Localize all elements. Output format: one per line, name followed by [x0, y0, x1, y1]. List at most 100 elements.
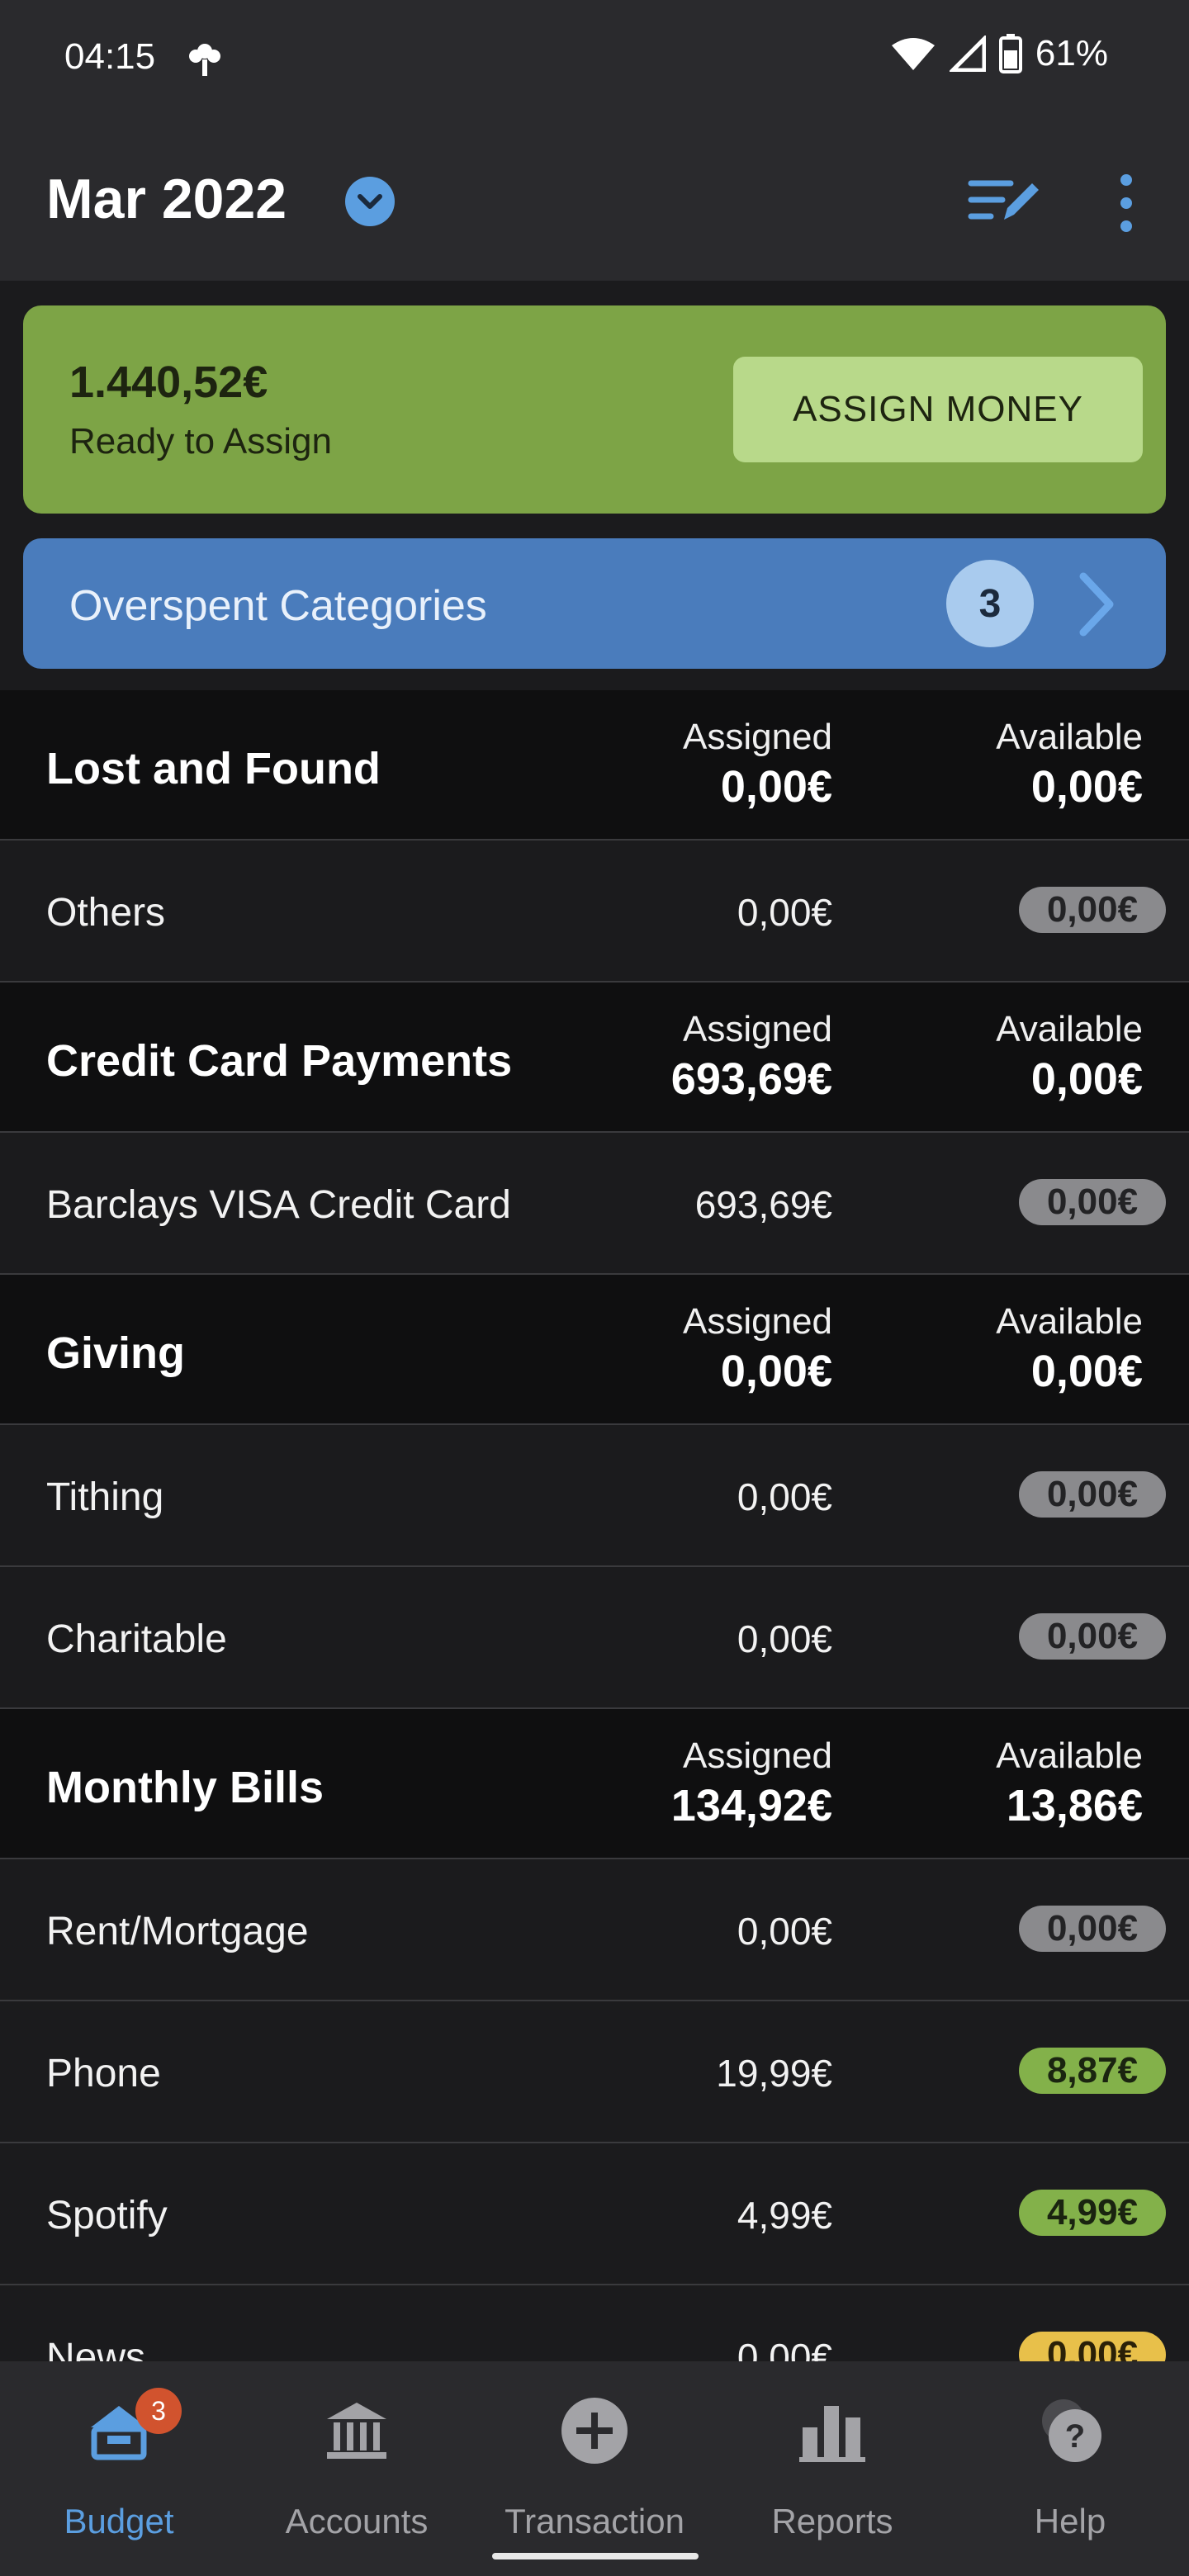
group-available: Available 0,00€: [996, 717, 1143, 812]
category-name: Phone: [46, 2052, 161, 2095]
category-row[interactable]: Charitable 0,00€ 0,00€: [0, 1567, 1189, 1709]
overspent-categories-banner[interactable]: Overspent Categories 3: [23, 538, 1166, 669]
group-available: Available 0,00€: [996, 1009, 1143, 1105]
category-assigned[interactable]: 0,00€: [737, 890, 832, 935]
assigned-value: 0,00€: [720, 762, 832, 812]
chevron-right-icon: [1079, 572, 1114, 637]
chevron-down-icon: [358, 194, 382, 209]
battery-icon: [998, 34, 1022, 73]
nav-label: Reports: [771, 2502, 893, 2540]
nav-label: Budget: [64, 2502, 174, 2540]
group-assigned: Assigned 134,92€: [671, 1735, 832, 1831]
category-name: Tithing: [46, 1475, 164, 1519]
available-value: 13,86€: [1006, 1781, 1143, 1830]
category-available-pill[interactable]: 0,00€: [1019, 1906, 1166, 1952]
edit-list-icon[interactable]: [966, 172, 1042, 231]
status-time: 04:15: [64, 36, 156, 77]
category-row[interactable]: Tithing 0,00€ 0,00€: [0, 1425, 1189, 1567]
month-dropdown-button[interactable]: [345, 177, 395, 226]
category-available-pill[interactable]: 0,00€: [1019, 887, 1166, 933]
assigned-value: 693,69€: [670, 1054, 832, 1104]
available-value: 0,00€: [1030, 1054, 1143, 1104]
category-group-header[interactable]: Credit Card Payments Assigned 693,69€ Av…: [0, 983, 1189, 1133]
assigned-value: 134,92€: [670, 1781, 832, 1830]
group-assigned: Assigned 693,69€: [671, 1009, 832, 1105]
category-assigned[interactable]: 0,00€: [737, 1909, 832, 1953]
bottom-navigation: 3 Budget Accounts Transaction Reports ? …: [0, 2361, 1189, 2576]
category-name: Others: [46, 891, 166, 935]
category-assigned[interactable]: 0,00€: [737, 1617, 832, 1661]
category-row[interactable]: Rent/Mortgage 0,00€ 0,00€: [0, 1859, 1189, 2001]
nav-help[interactable]: ? Help: [951, 2394, 1189, 2543]
nav-reports[interactable]: Reports: [713, 2394, 951, 2543]
category-available-pill[interactable]: 0,00€: [1019, 1471, 1166, 1518]
category-available-pill[interactable]: 8,87€: [1019, 2048, 1166, 2094]
category-group-header[interactable]: Monthly Bills Assigned 134,92€ Available…: [0, 1709, 1189, 1859]
available-title: Available: [996, 1301, 1143, 1342]
group-name: Giving: [46, 1328, 186, 1378]
available-title: Available: [996, 1735, 1143, 1776]
nav-transaction[interactable]: Transaction: [476, 2394, 713, 2543]
category-assigned[interactable]: 693,69€: [695, 1182, 832, 1227]
available-value: 0,00€: [1030, 1347, 1143, 1396]
category-row[interactable]: Spotify 4,99€ 4,99€: [0, 2143, 1189, 2285]
assigned-title: Assigned: [682, 1009, 832, 1049]
nav-label: Help: [1034, 2502, 1106, 2540]
overspent-count-badge: 3: [946, 560, 1034, 647]
status-bar: 04:15 61%: [0, 0, 1189, 124]
bank-icon: [327, 2403, 386, 2459]
assigned-title: Assigned: [682, 717, 832, 757]
bar-chart-icon: [799, 2406, 865, 2462]
ready-to-assign-label: Ready to Assign: [69, 421, 332, 462]
assigned-value: 0,00€: [720, 1347, 832, 1396]
ready-to-assign-card: 1.440,52€ Ready to Assign ASSIGN MONEY: [23, 305, 1166, 514]
wifi-icon: [891, 38, 935, 70]
category-available-pill[interactable]: 0,00€: [1019, 1179, 1166, 1225]
month-title[interactable]: Mar 2022: [46, 167, 287, 231]
assigned-title: Assigned: [682, 1301, 832, 1342]
category-row[interactable]: Barclays VISA Credit Card 693,69€ 0,00€: [0, 1133, 1189, 1275]
tree-icon: [189, 44, 220, 76]
nav-label: Accounts: [285, 2502, 429, 2540]
category-assigned[interactable]: 19,99€: [716, 2051, 832, 2095]
group-assigned: Assigned 0,00€: [683, 717, 832, 812]
category-assigned[interactable]: 4,99€: [737, 2193, 832, 2237]
more-vert-icon[interactable]: [1116, 172, 1136, 234]
available-title: Available: [996, 717, 1143, 757]
nav-accounts[interactable]: Accounts: [238, 2394, 476, 2543]
app-bar: Mar 2022: [0, 124, 1189, 281]
category-assigned[interactable]: 0,00€: [737, 1475, 832, 1519]
group-name: Monthly Bills: [46, 1763, 324, 1812]
group-assigned: Assigned 0,00€: [683, 1301, 832, 1397]
group-available: Available 13,86€: [996, 1735, 1143, 1831]
category-available-pill[interactable]: 4,99€: [1019, 2190, 1166, 2236]
group-name: Credit Card Payments: [46, 1036, 513, 1086]
category-available-pill[interactable]: 0,00€: [1019, 1613, 1166, 1660]
category-group-header[interactable]: Lost and Found Assigned 0,00€ Available …: [0, 690, 1189, 841]
available-title: Available: [996, 1009, 1143, 1049]
category-group-header[interactable]: Giving Assigned 0,00€ Available 0,00€: [0, 1275, 1189, 1425]
budget-category-list: Lost and Found Assigned 0,00€ Available …: [0, 690, 1189, 2427]
category-name: Rent/Mortgage: [46, 1910, 309, 1953]
category-name: Spotify: [46, 2194, 168, 2237]
add-circle-icon: [561, 2398, 628, 2464]
svg-text:?: ?: [1065, 2418, 1085, 2455]
group-available: Available 0,00€: [996, 1301, 1143, 1397]
available-value: 0,00€: [1030, 762, 1143, 812]
category-row[interactable]: Others 0,00€ 0,00€: [0, 841, 1189, 983]
home-indicator[interactable]: [492, 2553, 699, 2559]
budget-badge: 3: [135, 2388, 182, 2434]
status-right: 61%: [890, 33, 1108, 74]
signal-icon: [949, 36, 986, 72]
assign-money-button[interactable]: ASSIGN MONEY: [733, 357, 1143, 462]
help-icon: ?: [1042, 2399, 1101, 2462]
category-row[interactable]: Phone 19,99€ 8,87€: [0, 2001, 1189, 2143]
nav-label: Transaction: [504, 2502, 685, 2540]
group-name: Lost and Found: [46, 744, 381, 793]
battery-percent: 61%: [1035, 33, 1108, 73]
ready-to-assign-amount: 1.440,52€: [69, 358, 268, 407]
category-name: Barclays VISA Credit Card: [46, 1183, 511, 1227]
nav-budget[interactable]: 3 Budget: [0, 2388, 238, 2543]
overspent-label: Overspent Categories: [69, 582, 487, 630]
category-name: Charitable: [46, 1617, 227, 1661]
